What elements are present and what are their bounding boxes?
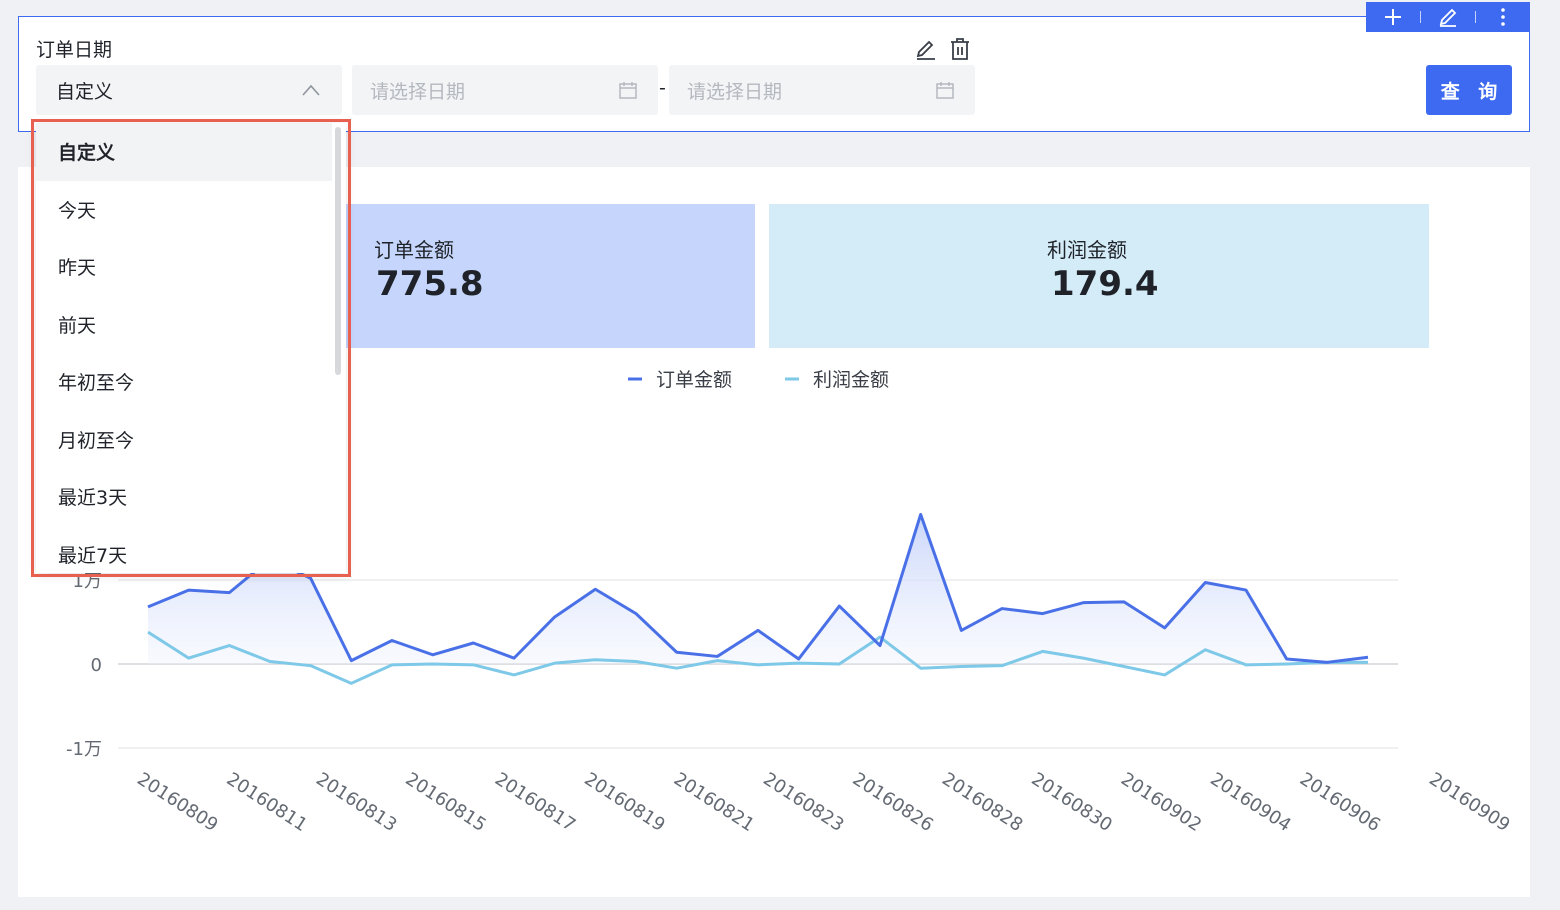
more-vertical-icon	[1501, 8, 1506, 26]
calendar-icon	[619, 82, 637, 99]
x-tick-label: 20160821	[670, 769, 758, 837]
delete-filter-button[interactable]	[948, 37, 972, 61]
filter-label: 订单日期	[36, 39, 113, 61]
dropdown-option[interactable]: 今天	[36, 181, 332, 239]
edit-icon	[916, 40, 935, 60]
date-range-select[interactable]: 自定义	[36, 65, 342, 115]
filter-actions	[914, 37, 972, 61]
dropdown-option[interactable]: 年初至今	[36, 353, 332, 411]
dropdown-option[interactable]: 自定义	[36, 123, 332, 181]
dropdown-option[interactable]: 最近7天	[36, 526, 332, 574]
x-tick-label: 20160811	[223, 769, 311, 837]
plus-icon	[1384, 9, 1401, 25]
end-date-input[interactable]: 请选择日期	[669, 65, 975, 115]
y-tick-label: 0	[91, 655, 102, 676]
x-tick-label: 20160815	[402, 769, 490, 837]
filter-panel: 订单日期 自定义 请选择日期 - 请选择日期 查 询	[18, 2, 1530, 132]
edit-icon	[1439, 8, 1457, 27]
x-tick-label: 20160819	[580, 769, 668, 837]
x-tick-label: 20160906	[1296, 769, 1384, 837]
x-tick-label: 20160902	[1117, 769, 1205, 837]
x-tick-label: 20160828	[938, 769, 1026, 837]
add-button[interactable]	[1375, 2, 1411, 32]
dropdown-option[interactable]: 最近3天	[36, 468, 332, 526]
select-value: 自定义	[56, 80, 114, 103]
start-date-placeholder: 请选择日期	[370, 80, 466, 103]
x-tick-label: 20160817	[491, 769, 579, 837]
calendar-icon	[936, 82, 954, 99]
more-button[interactable]	[1485, 2, 1521, 32]
dropdown-list: 自定义 今天 昨天 前天 年初至今 月初至今 最近3天 最近7天	[36, 123, 346, 573]
x-tick-label: 20160826	[849, 769, 937, 837]
date-separator: -	[659, 77, 666, 99]
chart-y-axis: -1万 0 1万	[66, 571, 102, 760]
x-tick-label: 20160904	[1206, 769, 1294, 837]
chart-x-axis: 20160809 20160811 20160813 20160815 20160817…	[133, 769, 1513, 837]
date-range-dropdown: 自定义 今天 昨天 前天 年初至今 月初至今 最近3天 最近7天	[36, 123, 346, 573]
y-tick-label: 1万	[73, 571, 102, 592]
dropdown-option[interactable]: 昨天	[36, 238, 332, 296]
dropdown-scrollbar[interactable]	[335, 127, 341, 375]
legend-label-profit: 利润金额	[813, 369, 889, 391]
panel-toolbar	[1366, 2, 1530, 32]
edit-panel-button[interactable]	[1430, 2, 1466, 32]
x-tick-label: 20160823	[759, 769, 847, 837]
toolbar-divider	[1419, 11, 1421, 23]
x-tick-label: 20160813	[312, 769, 400, 837]
x-tick-label: 20160909	[1425, 769, 1513, 837]
x-tick-label: 20160809	[133, 769, 221, 837]
query-button[interactable]: 查 询	[1426, 65, 1512, 115]
x-tick-label: 20160830	[1028, 769, 1116, 837]
end-date-placeholder: 请选择日期	[687, 80, 783, 103]
y-tick-label: -1万	[66, 739, 102, 760]
edit-filter-button[interactable]	[914, 37, 938, 61]
dropdown-option[interactable]: 前天	[36, 296, 332, 354]
toolbar-divider	[1475, 11, 1477, 23]
chart-legend: 订单金额 利润金额	[628, 369, 889, 391]
legend-label-order: 订单金额	[656, 369, 732, 391]
dropdown-option[interactable]: 月初至今	[36, 411, 332, 469]
start-date-input[interactable]: 请选择日期	[352, 65, 658, 115]
chevron-up-icon	[302, 84, 320, 96]
trash-icon	[951, 38, 969, 60]
